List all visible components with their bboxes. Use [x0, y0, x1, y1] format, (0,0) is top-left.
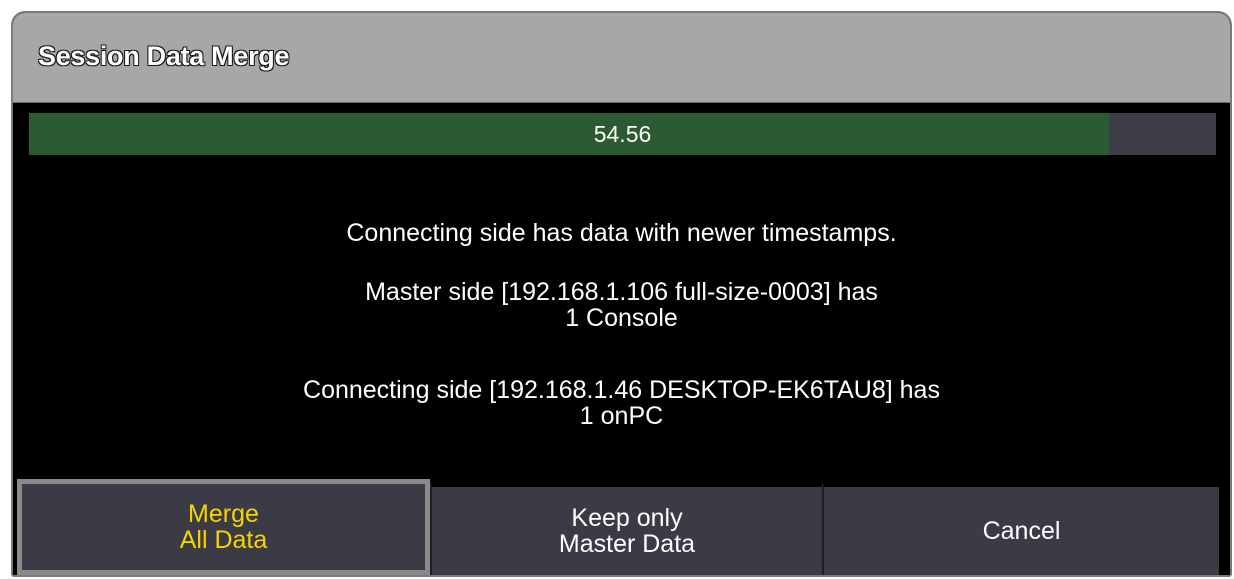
- session-data-merge-dialog: Session Data Merge 54.56 Connecting side…: [11, 11, 1232, 577]
- cancel-button[interactable]: Cancel: [822, 479, 1219, 575]
- keep-button-label-line1: Keep only: [571, 504, 683, 532]
- keep-button-label-line2: Master Data: [558, 530, 696, 558]
- master-side-count: 1 Console: [565, 304, 678, 332]
- connecting-side-label: Connecting side [192.168.1.46 DESKTOP-EK…: [303, 376, 940, 404]
- keep-only-master-data-button[interactable]: Keep only Master Data: [430, 479, 822, 575]
- master-side-info: Master side [192.168.1.106 full-size-000…: [13, 279, 1230, 331]
- merge-button-label-line1: Merge: [188, 500, 259, 528]
- connecting-side-count: 1 onPC: [579, 402, 664, 430]
- merge-button-label-line2: All Data: [179, 526, 268, 554]
- dialog-titlebar[interactable]: Session Data Merge: [13, 13, 1230, 103]
- timestamp-message: Connecting side has data with newer time…: [346, 219, 897, 247]
- master-side-label: Master side [192.168.1.106 full-size-000…: [365, 278, 878, 306]
- connecting-side-info: Connecting side [192.168.1.46 DESKTOP-EK…: [13, 377, 1230, 429]
- merge-progress-bar: 54.56: [29, 113, 1216, 155]
- dialog-title: Session Data Merge: [37, 40, 290, 71]
- merge-all-data-button[interactable]: Merge All Data: [17, 479, 430, 575]
- cancel-button-label: Cancel: [982, 517, 1061, 545]
- dialog-button-bar: Merge All Data Keep only Master Data Can…: [17, 479, 1219, 575]
- progress-value: 54.56: [593, 121, 652, 147]
